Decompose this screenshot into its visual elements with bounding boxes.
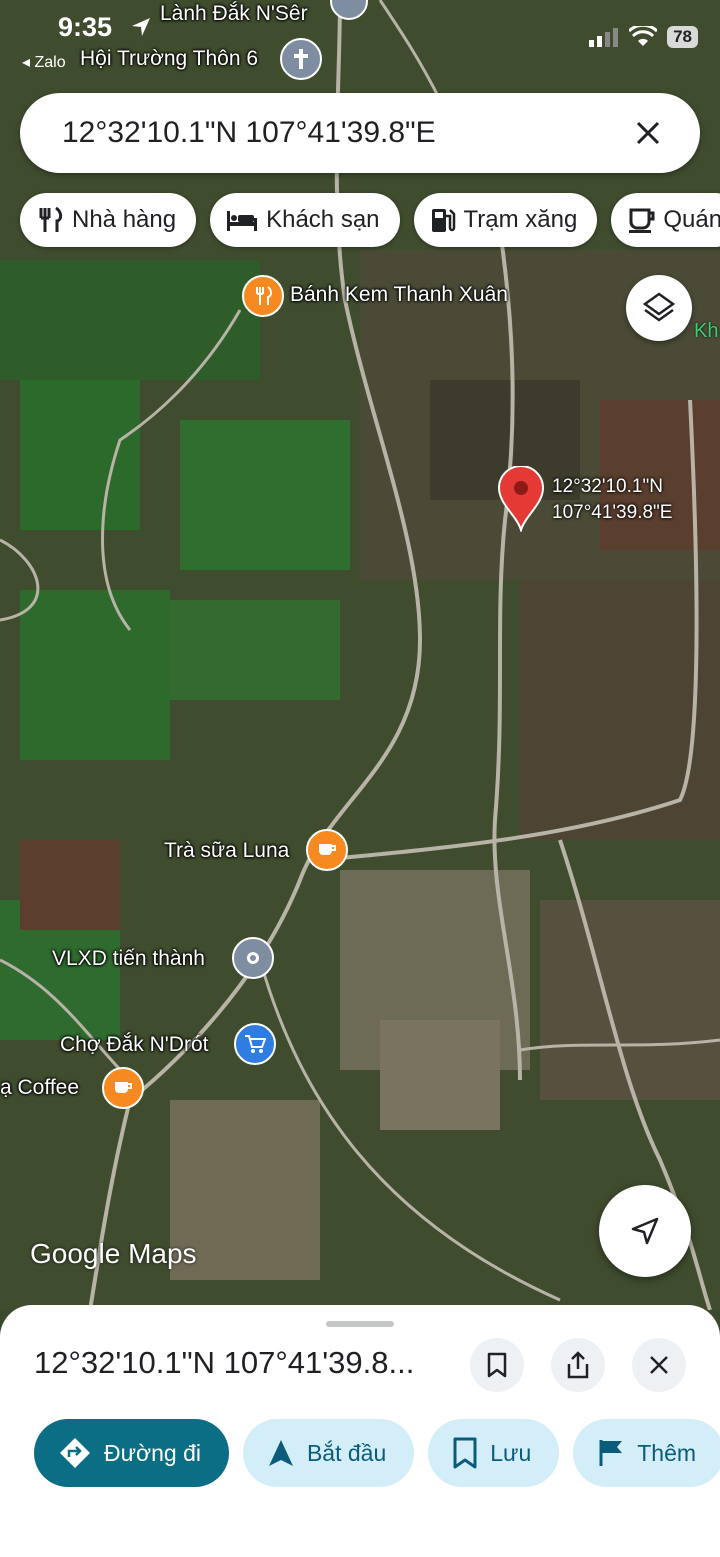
close-icon xyxy=(636,121,660,145)
map-label-top1: Lành Đắk N'Sêr xyxy=(160,2,308,25)
poi-label-coffee[interactable]: ạ Coffee xyxy=(0,1076,79,1100)
poi-place-marker[interactable] xyxy=(232,937,274,979)
category-chips: Nhà hàng Khách sạn Trạm xăng Quán xyxy=(20,193,720,247)
chip-label: Nhà hàng xyxy=(72,206,177,233)
place-dot-icon xyxy=(247,952,259,964)
poi-cafe-marker[interactable] xyxy=(306,829,348,871)
layers-button[interactable] xyxy=(626,275,692,341)
back-to-app-link[interactable]: ◂ Zalo xyxy=(22,52,66,72)
share-button[interactable] xyxy=(551,1338,605,1392)
pin-coordinates-label: 12°32'10.1"N 107°41'39.8"E xyxy=(552,474,672,526)
status-time: 9:35 xyxy=(58,12,113,42)
clear-search-button[interactable] xyxy=(618,103,678,163)
close-sheet-button[interactable] xyxy=(632,1338,686,1392)
start-button[interactable]: Bắt đầu xyxy=(242,1419,415,1487)
church-icon[interactable] xyxy=(280,38,322,80)
google-maps-logo: Google Maps xyxy=(30,1238,197,1269)
layers-icon xyxy=(642,292,676,322)
map-label-edge: Kh xyxy=(694,320,719,342)
navigate-icon xyxy=(268,1440,293,1466)
save-place-button[interactable] xyxy=(470,1338,524,1392)
more-button[interactable]: Thêm xyxy=(573,1419,720,1487)
shopping-cart-icon xyxy=(245,1035,266,1053)
dropped-pin-marker[interactable] xyxy=(497,465,545,537)
pin-lng: 107°41'39.8"E xyxy=(552,502,673,523)
wifi-icon xyxy=(629,26,658,46)
map-view[interactable]: 9:35 ◂ Zalo 78 Lành Đắk N'Sêr Hội Trường… xyxy=(0,0,720,1310)
status-icons: 78 xyxy=(589,26,698,48)
directions-button[interactable]: Đường đi xyxy=(34,1419,229,1487)
signal-icon xyxy=(589,28,619,47)
poi-market-marker[interactable] xyxy=(234,1023,276,1065)
poi-label-market[interactable]: Chợ Đắk N'Drót xyxy=(60,1033,208,1057)
close-icon xyxy=(650,1356,668,1374)
chip-label: Quán xyxy=(663,206,720,233)
place-bottom-sheet[interactable]: 12°32'10.1"N 107°41'39.8... Đường đi Bắt… xyxy=(0,1305,720,1557)
search-bar[interactable]: 12°32'10.1"N 107°41'39.8"E xyxy=(20,93,700,173)
start-label: Bắt đầu xyxy=(306,1439,387,1466)
gas-station-icon xyxy=(431,209,455,232)
hotel-icon xyxy=(227,211,258,231)
chip-label: Trạm xăng xyxy=(463,206,578,233)
poi-label-bakery[interactable]: Bánh Kem Thanh Xuân xyxy=(290,283,508,307)
flag-icon xyxy=(599,1440,623,1466)
pin-lat: 12°32'10.1"N xyxy=(552,476,663,497)
chip-gas-stations[interactable]: Trạm xăng xyxy=(413,193,598,247)
battery-indicator: 78 xyxy=(667,26,698,48)
restaurant-icon xyxy=(256,286,272,305)
poi-label-milk-tea[interactable]: Trà sữa Luna xyxy=(164,839,289,863)
save-label: Lưu xyxy=(490,1439,532,1466)
share-icon xyxy=(567,1351,589,1379)
map-pin-icon xyxy=(497,465,545,534)
place-actions: Đường đi Bắt đầu Lưu Thêm xyxy=(34,1419,720,1487)
my-location-button[interactable] xyxy=(599,1185,691,1277)
chip-label: Khách sạn xyxy=(266,206,380,233)
map-label-top2: Hội Trường Thôn 6 xyxy=(80,47,259,70)
bookmark-icon xyxy=(453,1437,477,1469)
location-arrow-icon xyxy=(130,16,152,43)
cafe-icon xyxy=(629,208,655,233)
poi-coffee-marker[interactable] xyxy=(102,1067,144,1109)
poi-bakery-marker[interactable] xyxy=(242,275,284,317)
place-title: 12°32'10.1"N 107°41'39.8... xyxy=(34,1345,415,1380)
restaurant-icon xyxy=(39,206,63,232)
cafe-icon xyxy=(319,844,336,855)
directions-label: Đường đi xyxy=(104,1439,201,1466)
bookmark-icon xyxy=(487,1352,507,1378)
save-button[interactable]: Lưu xyxy=(428,1419,560,1487)
poi-label-store[interactable]: VLXD tiến thành xyxy=(52,947,205,971)
chip-restaurants[interactable]: Nhà hàng xyxy=(20,193,197,247)
more-label: Thêm xyxy=(637,1439,697,1466)
sheet-drag-handle[interactable] xyxy=(326,1321,394,1327)
chip-cafes[interactable]: Quán xyxy=(611,193,720,247)
chip-hotels[interactable]: Khách sạn xyxy=(210,193,400,247)
cafe-icon xyxy=(115,1082,132,1093)
directions-icon xyxy=(60,1438,90,1468)
navigation-arrow-icon xyxy=(631,1217,659,1245)
search-query[interactable]: 12°32'10.1"N 107°41'39.8"E xyxy=(62,116,618,150)
